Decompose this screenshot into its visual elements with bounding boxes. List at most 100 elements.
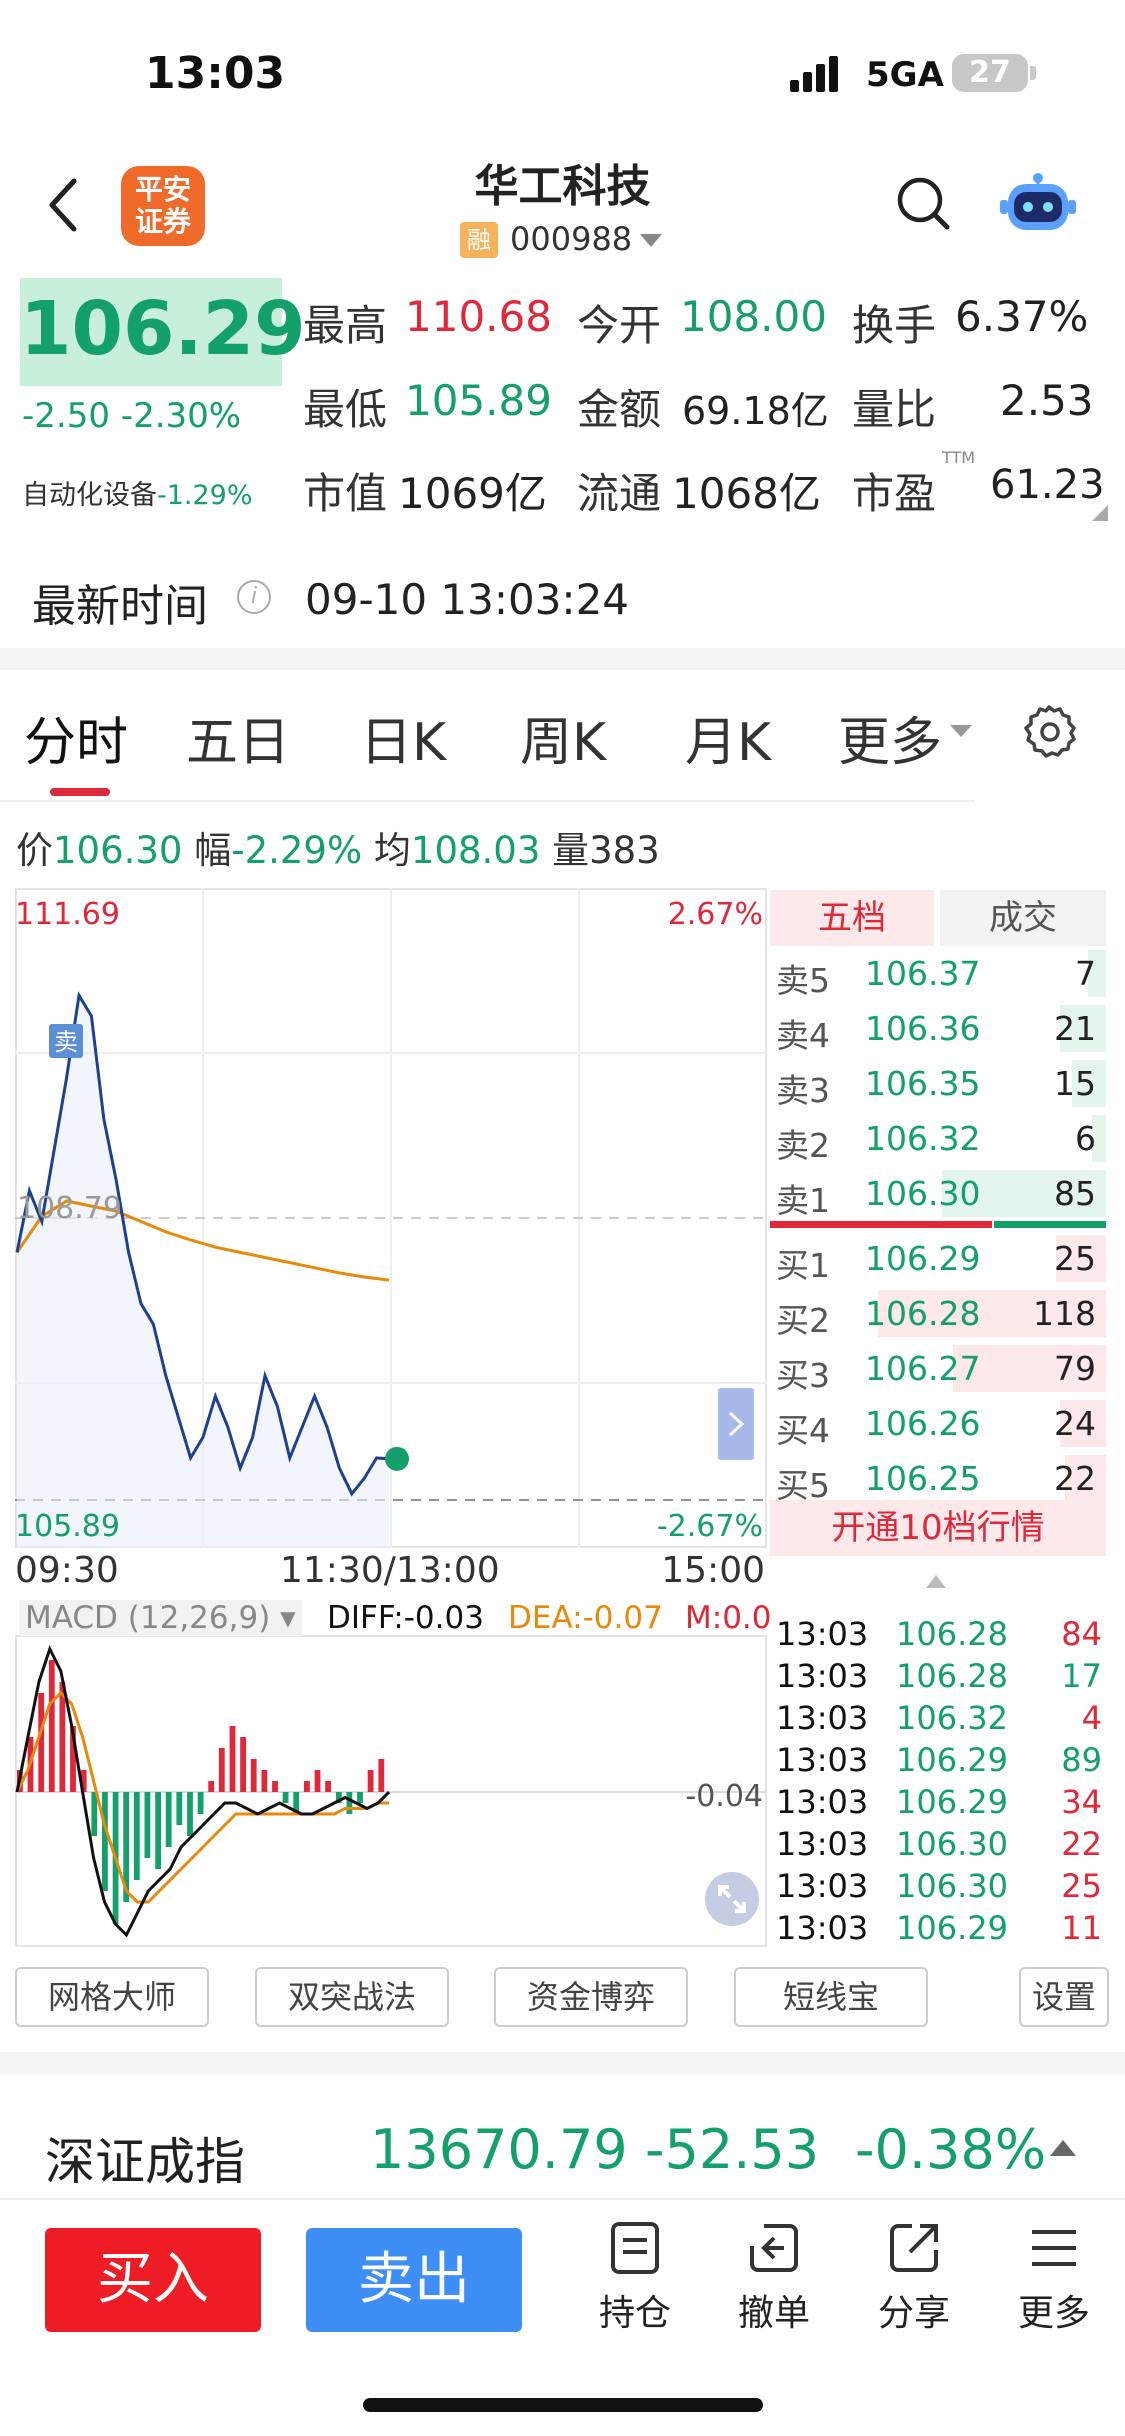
fund-game-button[interactable]: 资金博弈 xyxy=(494,1967,688,2027)
level-label: 买4 xyxy=(776,1411,830,1450)
macd-bar xyxy=(250,1759,257,1792)
sector-label: 自动化设备 xyxy=(22,480,157,511)
chevron-up-icon[interactable] xyxy=(926,1575,946,1588)
tick-volume: 17 xyxy=(1061,1657,1102,1695)
gear-icon[interactable] xyxy=(1020,703,1078,761)
cancel-order-button[interactable]: 撤单 xyxy=(724,2218,824,2336)
level-volume: 118 xyxy=(1033,1294,1096,1333)
bid-row[interactable]: 买1 106.29 25 xyxy=(770,1231,1106,1286)
float-value: 1068亿 xyxy=(672,469,821,518)
level-volume: 6 xyxy=(1075,1119,1096,1158)
pe-label: 市盈 xyxy=(852,469,937,518)
info-vol: 383 xyxy=(589,829,660,872)
more-button[interactable]: 更多 xyxy=(1004,2218,1104,2336)
level-volume: 24 xyxy=(1054,1404,1096,1443)
tab-intraday[interactable]: 分时 xyxy=(24,700,128,775)
index-name[interactable]: 深证成指 xyxy=(45,2122,245,2194)
chevron-down-icon[interactable] xyxy=(640,234,662,247)
tick-volume: 89 xyxy=(1061,1741,1102,1779)
index-value: 13670.79 xyxy=(370,2118,628,2181)
macd-selector[interactable]: MACD (12,26,9) ▾ xyxy=(19,1600,302,1636)
change-value: -2.50 xyxy=(22,396,110,436)
grid-master-button[interactable]: 网格大师 xyxy=(15,1967,209,2027)
tick-price: 106.29 xyxy=(896,1909,1008,1947)
tab-more[interactable]: 更多 xyxy=(838,700,942,775)
tab-trades[interactable]: 成交 xyxy=(940,890,1106,946)
ask-row[interactable]: 卖2 106.32 6 xyxy=(770,1111,1106,1166)
search-icon[interactable] xyxy=(895,175,951,231)
share-button[interactable]: 分享 xyxy=(864,2218,964,2336)
sector-change[interactable]: 自动化设备-1.29% xyxy=(22,473,253,512)
tick-volume: 34 xyxy=(1061,1783,1102,1821)
latest-time-value: 09-10 13:03:24 xyxy=(305,575,630,624)
upgrade-level10-button[interactable]: 开通10档行情 xyxy=(770,1500,1106,1556)
tick-price: 106.30 xyxy=(896,1825,1008,1863)
bid-row[interactable]: 买3 106.27 79 xyxy=(770,1341,1106,1396)
dea-readout: DEA:-0.07 xyxy=(508,1600,663,1636)
short-line-button[interactable]: 短线宝 xyxy=(734,1967,928,2027)
y-top-label: 111.69 xyxy=(15,897,120,932)
level-volume: 21 xyxy=(1054,1009,1096,1048)
intraday-chart[interactable]: 卖 108.79 111.69 2.67% 105.89 -2.67% -0.0… xyxy=(15,888,767,1948)
macd-header[interactable]: MACD (12,26,9) ▾ DIFF:-0.03 DEA:-0.07 M:… xyxy=(15,1596,772,1638)
holdings-button[interactable]: 持仓 xyxy=(585,2218,685,2336)
double-breakout-button[interactable]: 双突战法 xyxy=(255,1967,449,2027)
tab-divider xyxy=(0,800,975,802)
stock-code[interactable]: 000988 xyxy=(510,220,632,258)
macd-bar xyxy=(325,1781,331,1792)
chevron-up-icon[interactable] xyxy=(1050,2140,1076,2156)
bid-row[interactable]: 买5 106.25 22 xyxy=(770,1451,1106,1506)
tab-weekly-k[interactable]: 周K xyxy=(520,700,606,775)
info-icon[interactable]: i xyxy=(237,580,271,614)
open-label: 今开 xyxy=(577,301,662,350)
macd-axis-label: -0.04 xyxy=(685,1779,763,1814)
level-volume: 15 xyxy=(1054,1064,1096,1103)
macd-bar xyxy=(357,1792,363,1803)
bid-row[interactable]: 买4 106.26 24 xyxy=(770,1396,1106,1451)
index-change: -52.53 xyxy=(645,2118,820,2181)
expand-orderbook-handle[interactable] xyxy=(718,1388,754,1460)
tab-five-day[interactable]: 五日 xyxy=(186,700,290,775)
battery-tip xyxy=(1030,66,1036,80)
time-start: 09:30 xyxy=(15,1550,119,1591)
robot-assistant-icon[interactable] xyxy=(1000,170,1076,240)
info-avg-label: 均 xyxy=(373,829,411,872)
m-value: 0.0 xyxy=(722,1600,772,1636)
info-avg: 108.03 xyxy=(410,829,541,872)
high-label: 最高 xyxy=(303,301,388,350)
fullscreen-icon[interactable] xyxy=(705,1872,759,1926)
tick-volume: 22 xyxy=(1061,1825,1102,1863)
level-label: 卖1 xyxy=(776,1181,830,1220)
bid-row[interactable]: 买2 106.28 118 xyxy=(770,1286,1106,1341)
orderbook-tabs: 五档 成交 xyxy=(770,890,1106,946)
tick-row: 13:03 106.32 4 xyxy=(776,1699,1106,1741)
sell-marker-label: 卖 xyxy=(54,1028,78,1056)
vol-ratio-value: 2.53 xyxy=(1000,376,1094,425)
macd-bar xyxy=(144,1792,151,1858)
status-bar: 13:03 5GA 27 xyxy=(0,0,1125,140)
macd-bar xyxy=(240,1737,246,1792)
tab-five-levels[interactable]: 五档 xyxy=(770,890,934,946)
chevron-down-icon[interactable] xyxy=(950,725,972,737)
settings-button[interactable]: 设置 xyxy=(1019,1967,1109,2027)
ask-row[interactable]: 卖3 106.35 15 xyxy=(770,1056,1106,1111)
ask-row[interactable]: 卖4 106.36 21 xyxy=(770,1001,1106,1056)
expand-corner-icon[interactable] xyxy=(1092,505,1108,521)
ask-row[interactable]: 卖5 106.37 7 xyxy=(770,946,1106,1001)
level-label: 卖3 xyxy=(776,1071,830,1110)
section-divider xyxy=(0,2052,1125,2074)
tab-daily-k[interactable]: 日K xyxy=(360,700,446,775)
tick-time: 13:03 xyxy=(776,1783,869,1821)
buy-button[interactable]: 买入 xyxy=(45,2228,261,2332)
sell-button[interactable]: 卖出 xyxy=(306,2228,522,2332)
share-label: 分享 xyxy=(877,2293,950,2334)
ask-row[interactable]: 卖1 106.30 85 xyxy=(770,1166,1106,1221)
cancel-order-label: 撤单 xyxy=(737,2293,810,2334)
level-volume: 25 xyxy=(1054,1239,1096,1278)
tick-price: 106.28 xyxy=(896,1657,1008,1695)
menu-icon xyxy=(1032,2230,1076,2266)
vol-ratio-label: 量比 xyxy=(852,385,937,434)
latest-time-label: 最新时间 xyxy=(32,581,208,632)
tab-monthly-k[interactable]: 月K xyxy=(685,700,771,775)
macd-bar xyxy=(187,1792,193,1836)
